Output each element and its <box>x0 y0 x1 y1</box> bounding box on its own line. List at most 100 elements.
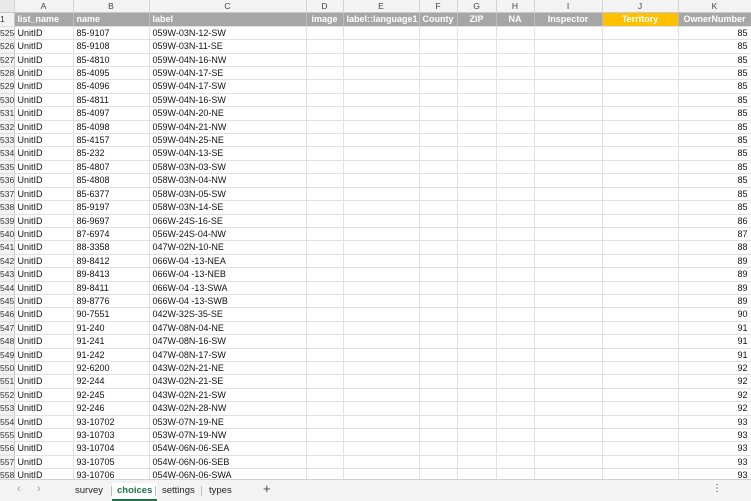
empty-cell[interactable] <box>496 227 535 242</box>
empty-cell[interactable] <box>419 348 458 362</box>
empty-cell[interactable] <box>496 428 535 443</box>
empty-cell[interactable] <box>419 173 458 188</box>
empty-cell[interactable] <box>457 281 497 295</box>
cell-label[interactable]: 058W-03N-03-SW <box>149 160 307 175</box>
cell-label[interactable]: 053W-07N-19-NE <box>149 415 307 430</box>
cell-label[interactable]: 059W-04N-25-NE <box>149 133 307 148</box>
cell-owner-number[interactable]: 92 <box>678 361 751 376</box>
empty-cell[interactable] <box>602 428 679 443</box>
cell-name[interactable]: 85-6377 <box>73 187 150 202</box>
cell-name[interactable]: 90-7551 <box>73 307 150 322</box>
row-number[interactable]: 525 <box>0 26 15 41</box>
empty-cell[interactable] <box>496 281 535 295</box>
empty-cell[interactable] <box>343 348 420 362</box>
cell-list-name[interactable]: UnitID <box>14 455 74 470</box>
empty-cell[interactable] <box>419 281 458 295</box>
cell-owner-number[interactable]: 85 <box>678 106 751 121</box>
empty-cell[interactable] <box>602 160 679 175</box>
empty-cell[interactable] <box>343 106 420 121</box>
empty-cell[interactable] <box>534 334 603 349</box>
row-number[interactable]: 539 <box>0 214 15 228</box>
empty-cell[interactable] <box>419 146 458 161</box>
row-number[interactable]: 547 <box>0 321 15 336</box>
cell-name[interactable]: 85-4808 <box>73 173 150 188</box>
empty-cell[interactable] <box>343 428 420 443</box>
empty-cell[interactable] <box>496 200 535 215</box>
column-letter[interactable]: A <box>14 0 74 14</box>
empty-cell[interactable] <box>306 281 344 295</box>
empty-cell[interactable] <box>457 468 497 479</box>
empty-cell[interactable] <box>457 227 497 242</box>
empty-cell[interactable] <box>496 321 535 336</box>
empty-cell[interactable] <box>343 468 420 479</box>
cell-owner-number[interactable]: 85 <box>678 200 751 215</box>
empty-cell[interactable] <box>306 401 344 416</box>
cell-label[interactable]: 059W-04N-20-NE <box>149 106 307 121</box>
empty-cell[interactable] <box>457 388 497 403</box>
cell-label[interactable]: 043W-02N-21-SE <box>149 374 307 389</box>
empty-cell[interactable] <box>306 120 344 135</box>
empty-cell[interactable] <box>343 214 420 228</box>
empty-cell[interactable] <box>306 468 344 479</box>
cell-label[interactable]: 059W-04N-21-NW <box>149 120 307 135</box>
empty-cell[interactable] <box>496 93 535 108</box>
empty-cell[interactable] <box>534 200 603 215</box>
empty-cell[interactable] <box>306 254 344 269</box>
empty-cell[interactable] <box>602 254 679 269</box>
next-sheet-icon[interactable]: › <box>37 483 41 495</box>
empty-cell[interactable] <box>534 281 603 295</box>
empty-cell[interactable] <box>457 79 497 94</box>
empty-cell[interactable] <box>419 267 458 282</box>
empty-cell[interactable] <box>496 160 535 175</box>
cell-list-name[interactable]: UnitID <box>14 106 74 121</box>
empty-cell[interactable] <box>534 455 603 470</box>
empty-cell[interactable] <box>419 53 458 68</box>
cell-list-name[interactable]: UnitID <box>14 200 74 215</box>
empty-cell[interactable] <box>419 120 458 135</box>
empty-cell[interactable] <box>496 401 535 416</box>
header-cell-image[interactable]: image <box>306 12 344 27</box>
cell-owner-number[interactable]: 87 <box>678 227 751 242</box>
row-number[interactable]: 542 <box>0 254 15 269</box>
column-letter[interactable]: F <box>419 0 458 14</box>
empty-cell[interactable] <box>602 133 679 148</box>
row-number[interactable]: 558 <box>0 468 15 479</box>
empty-cell[interactable] <box>496 214 535 228</box>
empty-cell[interactable] <box>419 401 458 416</box>
empty-cell[interactable] <box>602 374 679 389</box>
cell-label[interactable]: 043W-02N-21-NE <box>149 361 307 376</box>
cell-name[interactable]: 93-10703 <box>73 428 150 443</box>
empty-cell[interactable] <box>534 93 603 108</box>
empty-cell[interactable] <box>343 361 420 376</box>
column-letter[interactable]: B <box>73 0 150 14</box>
cell-owner-number[interactable]: 93 <box>678 441 751 456</box>
cell-list-name[interactable]: UnitID <box>14 401 74 416</box>
cell-name[interactable]: 93-10705 <box>73 455 150 470</box>
cell-owner-number[interactable]: 85 <box>678 93 751 108</box>
empty-cell[interactable] <box>496 66 535 81</box>
empty-cell[interactable] <box>457 66 497 81</box>
empty-cell[interactable] <box>534 160 603 175</box>
empty-cell[interactable] <box>534 53 603 68</box>
empty-cell[interactable] <box>496 133 535 148</box>
cell-owner-number[interactable]: 85 <box>678 187 751 202</box>
column-letter[interactable]: J <box>602 0 679 14</box>
empty-cell[interactable] <box>602 173 679 188</box>
empty-cell[interactable] <box>343 200 420 215</box>
empty-cell[interactable] <box>306 133 344 148</box>
select-all-corner[interactable] <box>0 0 15 14</box>
cell-list-name[interactable]: UnitID <box>14 441 74 456</box>
empty-cell[interactable] <box>343 321 420 336</box>
empty-cell[interactable] <box>306 455 344 470</box>
row-number[interactable]: 528 <box>0 66 15 81</box>
empty-cell[interactable] <box>306 240 344 255</box>
empty-cell[interactable] <box>419 361 458 376</box>
row-number[interactable]: 557 <box>0 455 15 470</box>
cell-label[interactable]: 059W-04N-16-SW <box>149 93 307 108</box>
row-number[interactable]: 536 <box>0 173 15 188</box>
row-number[interactable]: 537 <box>0 187 15 202</box>
cell-label[interactable]: 066W-04 -13-SWB <box>149 294 307 309</box>
tab-choices[interactable]: choices <box>112 483 158 501</box>
cell-list-name[interactable]: UnitID <box>14 361 74 376</box>
empty-cell[interactable] <box>602 401 679 416</box>
